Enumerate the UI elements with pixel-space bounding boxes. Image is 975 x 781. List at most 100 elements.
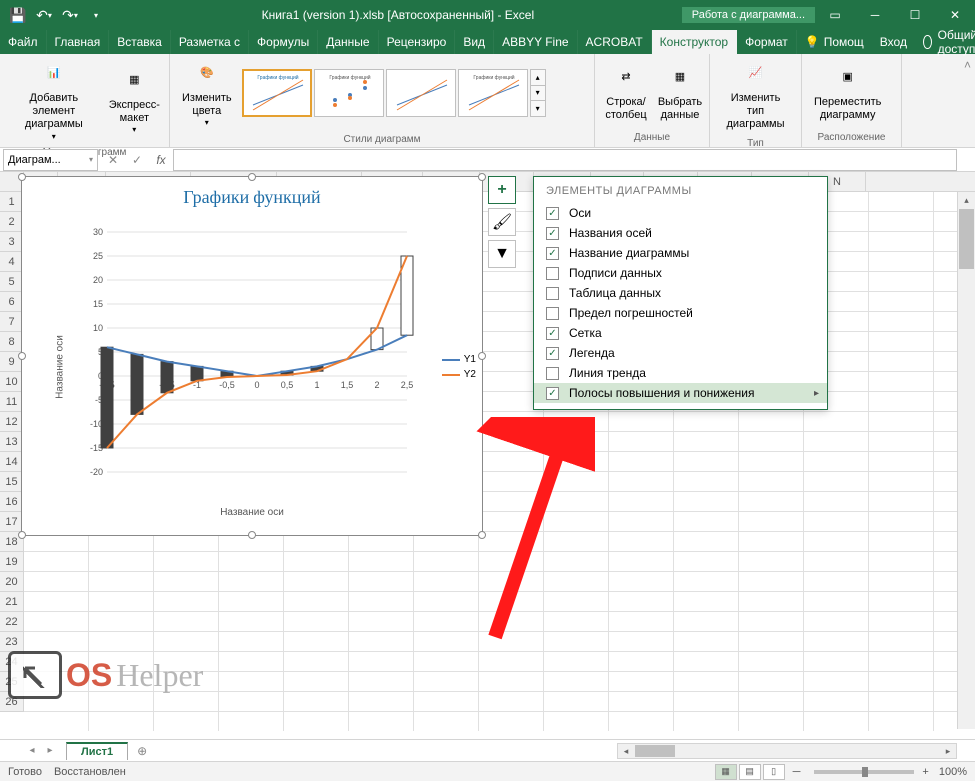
chart-style-1[interactable]: Графики функций — [242, 69, 312, 117]
chart-element-item[interactable]: Подписи данных — [534, 263, 827, 283]
row-header[interactable]: 5 — [0, 272, 23, 292]
chart-filters-button[interactable]: ▼ — [488, 240, 516, 268]
name-box[interactable]: Диаграм...▾ — [3, 149, 98, 171]
undo-icon[interactable]: ↶▾ — [32, 3, 56, 27]
row-header[interactable]: 21 — [0, 592, 23, 612]
row-header[interactable]: 22 — [0, 612, 23, 632]
row-header[interactable]: 8 — [0, 332, 23, 352]
resize-handle[interactable] — [18, 173, 26, 181]
zoom-level[interactable]: 100% — [939, 766, 967, 778]
checkbox[interactable] — [546, 347, 559, 360]
formula-input[interactable] — [173, 149, 957, 171]
checkbox[interactable] — [546, 327, 559, 340]
sheet-nav-next-icon[interactable]: ▸ — [42, 743, 58, 759]
gallery-more[interactable]: ▴▾▾ — [530, 69, 546, 117]
cancel-formula-icon[interactable]: ✕ — [101, 149, 125, 171]
add-chart-element-button[interactable]: 📊 Добавить элемент диаграммы▾ — [6, 56, 102, 143]
minimize-icon[interactable]: ─ — [855, 0, 895, 30]
chart-object[interactable]: Графики функций Название оси Название ос… — [21, 176, 483, 536]
scroll-thumb[interactable] — [959, 209, 974, 269]
row-header[interactable]: 17 — [0, 512, 23, 532]
tab-home[interactable]: Главная — [47, 30, 110, 54]
row-header[interactable]: 3 — [0, 232, 23, 252]
redo-icon[interactable]: ↷▾ — [58, 3, 82, 27]
chart-title[interactable]: Графики функций — [22, 177, 482, 212]
tab-format[interactable]: Формат — [737, 30, 797, 54]
quick-layout-button[interactable]: ▦ Экспресс- макет▾ — [106, 63, 163, 137]
tab-insert[interactable]: Вставка — [109, 30, 171, 54]
close-icon[interactable]: ✕ — [935, 0, 975, 30]
checkbox[interactable] — [546, 367, 559, 380]
row-header[interactable]: 25 — [0, 672, 23, 692]
view-normal-icon[interactable]: ▦ — [715, 764, 737, 780]
chart-element-item[interactable]: Легенда — [534, 343, 827, 363]
checkbox[interactable] — [546, 247, 559, 260]
checkbox[interactable] — [546, 287, 559, 300]
scroll-left-icon[interactable]: ◂ — [618, 744, 634, 758]
chart-element-item[interactable]: Название диаграммы — [534, 243, 827, 263]
add-sheet-button[interactable]: ⊕ — [132, 742, 152, 760]
row-header[interactable]: 15 — [0, 472, 23, 492]
chart-element-item[interactable]: Оси — [534, 203, 827, 223]
scroll-thumb[interactable] — [635, 745, 675, 757]
resize-handle[interactable] — [478, 173, 486, 181]
qat-more-icon[interactable]: ▾ — [84, 3, 108, 27]
tab-file[interactable]: Файл — [0, 30, 47, 54]
row-header[interactable]: 10 — [0, 372, 23, 392]
sheet-tab-1[interactable]: Лист1 — [66, 742, 128, 760]
row-header[interactable]: 11 — [0, 392, 23, 412]
zoom-slider[interactable] — [814, 770, 914, 774]
row-header[interactable]: 6 — [0, 292, 23, 312]
row-header[interactable]: 19 — [0, 552, 23, 572]
row-header[interactable]: 20 — [0, 572, 23, 592]
chart-element-item[interactable]: Сетка — [534, 323, 827, 343]
tab-data[interactable]: Данные — [318, 30, 378, 54]
chart-element-item[interactable]: Таблица данных — [534, 283, 827, 303]
tab-review[interactable]: Рецензиро — [379, 30, 456, 54]
view-page-layout-icon[interactable]: ▤ — [739, 764, 761, 780]
view-page-break-icon[interactable]: ▯ — [763, 764, 785, 780]
resize-handle[interactable] — [248, 173, 256, 181]
chart-style-3[interactable] — [386, 69, 456, 117]
checkbox[interactable] — [546, 307, 559, 320]
row-header[interactable]: 16 — [0, 492, 23, 512]
ribbon-options-icon[interactable]: ▭ — [815, 0, 855, 30]
row-header[interactable]: 26 — [0, 692, 23, 712]
chart-style-2[interactable]: Графики функций — [314, 69, 384, 117]
row-header[interactable]: 12 — [0, 412, 23, 432]
x-axis-title[interactable]: Название оси — [220, 507, 284, 518]
switch-row-column-button[interactable]: ⇄ Строка/ столбец — [601, 60, 651, 124]
signin-button[interactable]: Вход — [872, 30, 915, 54]
row-header[interactable]: 7 — [0, 312, 23, 332]
resize-handle[interactable] — [248, 531, 256, 539]
tell-me[interactable]: 💡 Помощ — [797, 30, 872, 54]
chart-plot-area[interactable]: -20-15-10-5051015202530-2,5-2-1,5-1-0,50… — [77, 222, 417, 492]
move-chart-button[interactable]: ▣ Переместить диаграмму — [808, 60, 887, 124]
scroll-up-icon[interactable]: ▴ — [958, 192, 975, 208]
chart-legend[interactable]: Y1 Y2 — [442, 350, 476, 384]
chart-elements-button[interactable]: + — [488, 176, 516, 204]
accept-formula-icon[interactable]: ✓ — [125, 149, 149, 171]
row-header[interactable]: 1 — [0, 192, 23, 212]
row-header[interactable]: 13 — [0, 432, 23, 452]
collapse-ribbon-icon[interactable]: ˄ — [964, 58, 971, 72]
row-header[interactable]: 14 — [0, 452, 23, 472]
tab-abbyy[interactable]: ABBYY Fine — [494, 30, 577, 54]
checkbox[interactable] — [546, 267, 559, 280]
scroll-right-icon[interactable]: ▸ — [940, 744, 956, 758]
tab-design[interactable]: Конструктор — [652, 30, 737, 54]
row-header[interactable]: 4 — [0, 252, 23, 272]
resize-handle[interactable] — [18, 531, 26, 539]
checkbox[interactable] — [546, 207, 559, 220]
vertical-scrollbar[interactable]: ▴ — [957, 192, 975, 729]
tab-formulas[interactable]: Формулы — [249, 30, 318, 54]
select-data-button[interactable]: ▦ Выбрать данные — [655, 60, 705, 124]
maximize-icon[interactable]: ☐ — [895, 0, 935, 30]
checkbox[interactable] — [546, 387, 559, 400]
checkbox[interactable] — [546, 227, 559, 240]
share-button[interactable]: Общий доступ — [915, 30, 975, 54]
chart-styles-button[interactable]: 🖌 — [488, 208, 516, 236]
tab-page-layout[interactable]: Разметка с — [171, 30, 249, 54]
y-axis-title[interactable]: Название оси — [54, 335, 65, 399]
row-header[interactable]: 2 — [0, 212, 23, 232]
